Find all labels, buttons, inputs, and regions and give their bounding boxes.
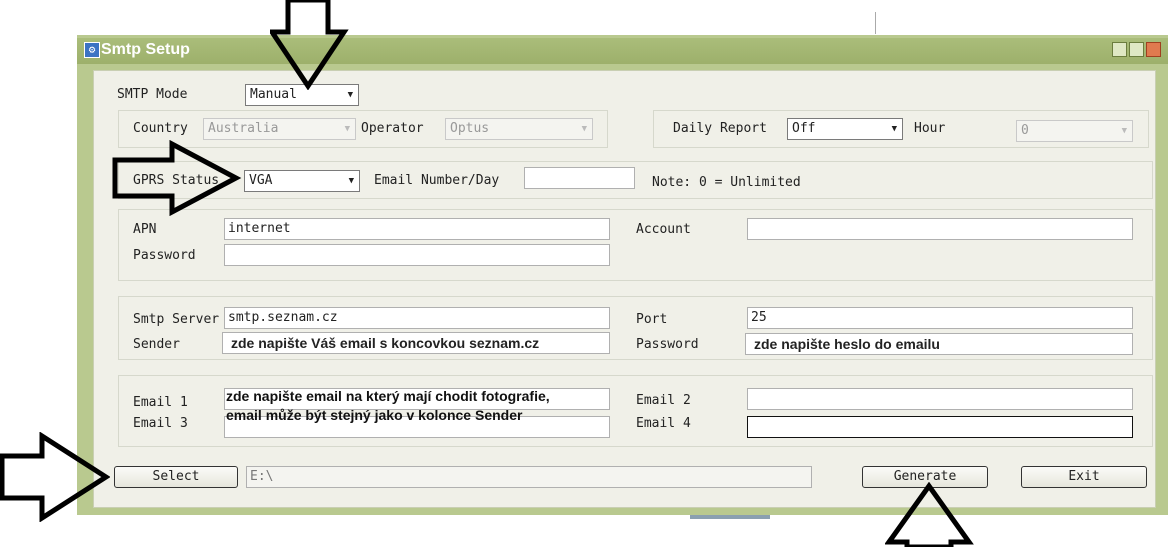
dropdown-arrow-icon: ▼ [581, 124, 587, 134]
apn-label: APN [133, 222, 157, 237]
arrow-annotation-gprs [112, 140, 242, 216]
dropdown-arrow-icon: ▼ [344, 124, 350, 134]
gprs-password-label: Password [133, 248, 196, 263]
minimize-icon[interactable] [1112, 42, 1127, 57]
country-value: Australia [208, 121, 279, 136]
exit-button[interactable]: Exit [1021, 466, 1147, 488]
gear-icon: ⚙ [84, 42, 100, 58]
account-input[interactable] [747, 218, 1133, 240]
select-button[interactable]: Select [114, 466, 238, 488]
smtp-password-input[interactable]: zde napište heslo do emailu [745, 333, 1133, 355]
account-label: Account [636, 222, 691, 237]
path-input[interactable]: E:\ [246, 466, 812, 488]
gprs-password-input[interactable] [224, 244, 610, 266]
country-label: Country [133, 121, 188, 136]
window-title: Smtp Setup [101, 41, 190, 58]
hour-value: 0 [1021, 123, 1029, 138]
email4-input[interactable] [747, 416, 1133, 438]
smtp-password-label: Password [636, 337, 699, 352]
email2-input[interactable] [747, 388, 1133, 410]
country-select[interactable]: Australia ▼ [203, 118, 356, 140]
port-input[interactable]: 25 [747, 307, 1133, 329]
email-note-line2: email může být stejný jako v kolonce Sen… [226, 407, 523, 423]
operator-label: Operator [361, 121, 424, 136]
email-note-line1: zde napište email na který mají chodit f… [226, 388, 550, 404]
arrow-annotation-mode [270, 0, 349, 90]
operator-value: Optus [450, 121, 490, 136]
smtp-server-input[interactable]: smtp.seznam.cz [224, 307, 610, 329]
email2-label: Email 2 [636, 393, 691, 408]
dropdown-arrow-icon: ▼ [348, 176, 354, 186]
arrow-annotation-select [0, 432, 110, 522]
smtp-server-label: Smtp Server [133, 312, 220, 327]
background-divider [875, 12, 876, 34]
daily-report-label: Daily Report [673, 121, 767, 136]
maximize-icon[interactable] [1129, 42, 1144, 57]
sender-input[interactable]: zde napište Váš email s koncovkou seznam… [222, 332, 610, 354]
operator-select[interactable]: Optus ▼ [445, 118, 593, 140]
apn-input[interactable]: internet [224, 218, 610, 240]
hour-select[interactable]: 0 ▼ [1016, 120, 1133, 142]
sender-label: Sender [133, 337, 180, 352]
unlimited-note: Note: 0 = Unlimited [652, 175, 801, 190]
hour-label: Hour [914, 121, 946, 136]
dropdown-arrow-icon: ▼ [1121, 126, 1127, 136]
email3-label: Email 3 [133, 416, 188, 431]
smtp-mode-label: SMTP Mode [117, 87, 188, 102]
daily-report-select[interactable]: Off ▼ [787, 118, 903, 140]
background-bar [690, 515, 770, 519]
email-number-input[interactable] [524, 167, 635, 189]
title-bar[interactable] [77, 38, 1168, 64]
email1-label: Email 1 [133, 395, 188, 410]
daily-report-value: Off [792, 121, 816, 136]
email4-label: Email 4 [636, 416, 691, 431]
port-label: Port [636, 312, 668, 327]
close-icon[interactable] [1146, 42, 1161, 57]
dropdown-arrow-icon: ▼ [891, 124, 897, 134]
arrow-annotation-generate [885, 482, 974, 547]
gprs-status-value: VGA [249, 173, 273, 188]
email-number-label: Email Number/Day [374, 173, 500, 188]
gprs-status-select[interactable]: VGA ▼ [244, 170, 360, 192]
